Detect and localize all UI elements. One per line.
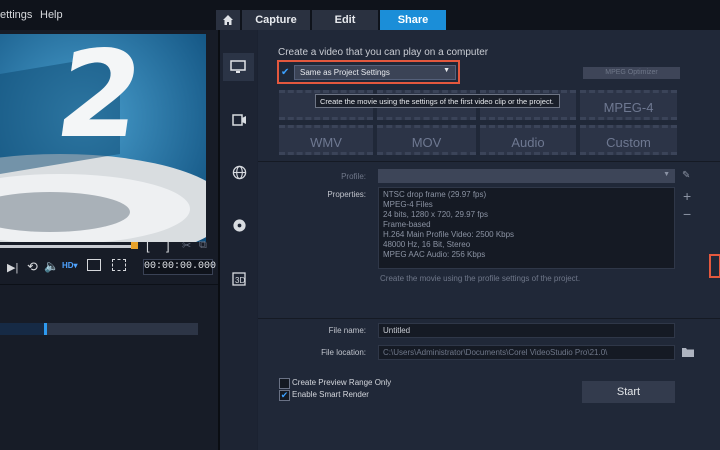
tile-audio[interactable]: Audio bbox=[480, 125, 576, 155]
camera-icon[interactable] bbox=[228, 109, 250, 131]
section-divider bbox=[258, 161, 720, 162]
properties-box: NTSC drop frame (29.97 fps) MPEG-4 Files… bbox=[378, 187, 675, 269]
profile-chevron-icon: ▼ bbox=[663, 171, 670, 178]
video-preview: 2 bbox=[0, 34, 206, 242]
copy-icon[interactable]: ⧉ bbox=[199, 239, 207, 252]
svg-text:3D: 3D bbox=[235, 276, 245, 285]
format-dropdown[interactable]: Same as Project Settings ▼ bbox=[294, 65, 456, 80]
start-button[interactable]: Start bbox=[582, 381, 675, 403]
home-icon bbox=[223, 15, 233, 25]
hd-icon[interactable]: HD▾ bbox=[62, 261, 78, 270]
dropdown-value: Same as Project Settings bbox=[300, 68, 390, 77]
file-name-input[interactable]: Untitled bbox=[378, 323, 675, 338]
tab-edit[interactable]: Edit bbox=[312, 10, 378, 30]
property-line: 48000 Hz, 16 Bit, Stereo bbox=[383, 240, 471, 249]
next-frame-icon[interactable]: ▶| bbox=[7, 261, 18, 274]
smart-render-checkbox[interactable]: ✔ bbox=[279, 390, 290, 401]
edit-icon[interactable]: ✎ bbox=[682, 170, 690, 181]
plus-icon[interactable]: + bbox=[683, 188, 691, 204]
tab-share[interactable]: Share bbox=[380, 10, 446, 30]
minus-icon[interactable]: − bbox=[683, 206, 691, 222]
smart-render-label: Enable Smart Render bbox=[292, 390, 369, 399]
tab-capture[interactable]: Capture bbox=[242, 10, 310, 30]
split-icon[interactable]: ✂ bbox=[182, 239, 191, 252]
folder-icon[interactable] bbox=[681, 346, 696, 361]
section-divider bbox=[258, 318, 720, 319]
property-line: 24 bits, 1280 x 720, 29.97 fps bbox=[383, 210, 488, 219]
property-line: MPEG-4 Files bbox=[383, 200, 433, 209]
preview-range-checkbox[interactable] bbox=[279, 378, 290, 389]
properties-label: Properties: bbox=[327, 190, 366, 199]
sidebar-item-computer[interactable] bbox=[223, 53, 254, 81]
chevron-down-icon: ▼ bbox=[443, 67, 450, 74]
menu-settings[interactable]: ettings bbox=[0, 9, 32, 21]
highlight-edge bbox=[709, 254, 720, 278]
property-line: Frame-based bbox=[383, 220, 431, 229]
profile-dropdown[interactable]: ▼ bbox=[378, 169, 675, 183]
preview-range-label: Create Preview Range Only bbox=[292, 378, 392, 387]
property-line: MPEG AAC Audio: 256 Kbps bbox=[383, 250, 486, 259]
property-line: NTSC drop frame (29.97 fps) bbox=[383, 190, 487, 199]
mark-out-icon[interactable]: ] bbox=[166, 238, 170, 253]
mpeg-optimizer-button[interactable]: MPEG Optimizer bbox=[583, 67, 680, 79]
3d-icon[interactable]: 3D bbox=[228, 268, 250, 290]
tile-custom[interactable]: Custom bbox=[580, 125, 677, 155]
tab-home[interactable] bbox=[216, 10, 240, 30]
panel-divider bbox=[0, 284, 218, 285]
profile-label: Profile: bbox=[341, 172, 366, 181]
share-sidebar bbox=[220, 30, 257, 450]
scrubber-track[interactable] bbox=[0, 245, 136, 248]
timecode-display[interactable]: 00:00:00.000 bbox=[143, 259, 216, 275]
menu-help[interactable]: Help bbox=[40, 9, 63, 21]
tile-wmv[interactable]: WMV bbox=[279, 125, 373, 155]
progress-marker bbox=[44, 323, 47, 335]
repeat-icon[interactable]: ⟲ bbox=[27, 259, 38, 275]
profile-description: Create the movie using the profile setti… bbox=[380, 274, 581, 283]
file-name-label: File name: bbox=[328, 326, 366, 335]
monitor-icon bbox=[230, 60, 246, 73]
property-line: H.264 Main Profile Video: 2500 Kbps bbox=[383, 230, 515, 239]
share-heading: Create a video that you can play on a co… bbox=[278, 47, 489, 58]
volume-icon[interactable]: 🔈 bbox=[44, 259, 59, 273]
globe-icon[interactable] bbox=[228, 162, 250, 184]
disc-icon[interactable] bbox=[228, 215, 250, 237]
mark-in-icon[interactable]: [ bbox=[146, 238, 150, 253]
aspect-icon[interactable] bbox=[87, 259, 101, 271]
scrubber-handle[interactable] bbox=[131, 242, 138, 249]
progress-fill bbox=[0, 323, 44, 335]
file-location-input[interactable]: C:\Users\Administrator\Documents\Corel V… bbox=[378, 345, 675, 360]
tile-mpeg4[interactable]: MPEG-4 bbox=[580, 90, 677, 120]
tile-mov[interactable]: MOV bbox=[377, 125, 476, 155]
tooltip: Create the movie using the settings of t… bbox=[315, 94, 560, 108]
crop-icon[interactable] bbox=[112, 259, 126, 271]
file-location-label: File location: bbox=[321, 348, 366, 357]
check-icon: ✔ bbox=[281, 67, 290, 78]
